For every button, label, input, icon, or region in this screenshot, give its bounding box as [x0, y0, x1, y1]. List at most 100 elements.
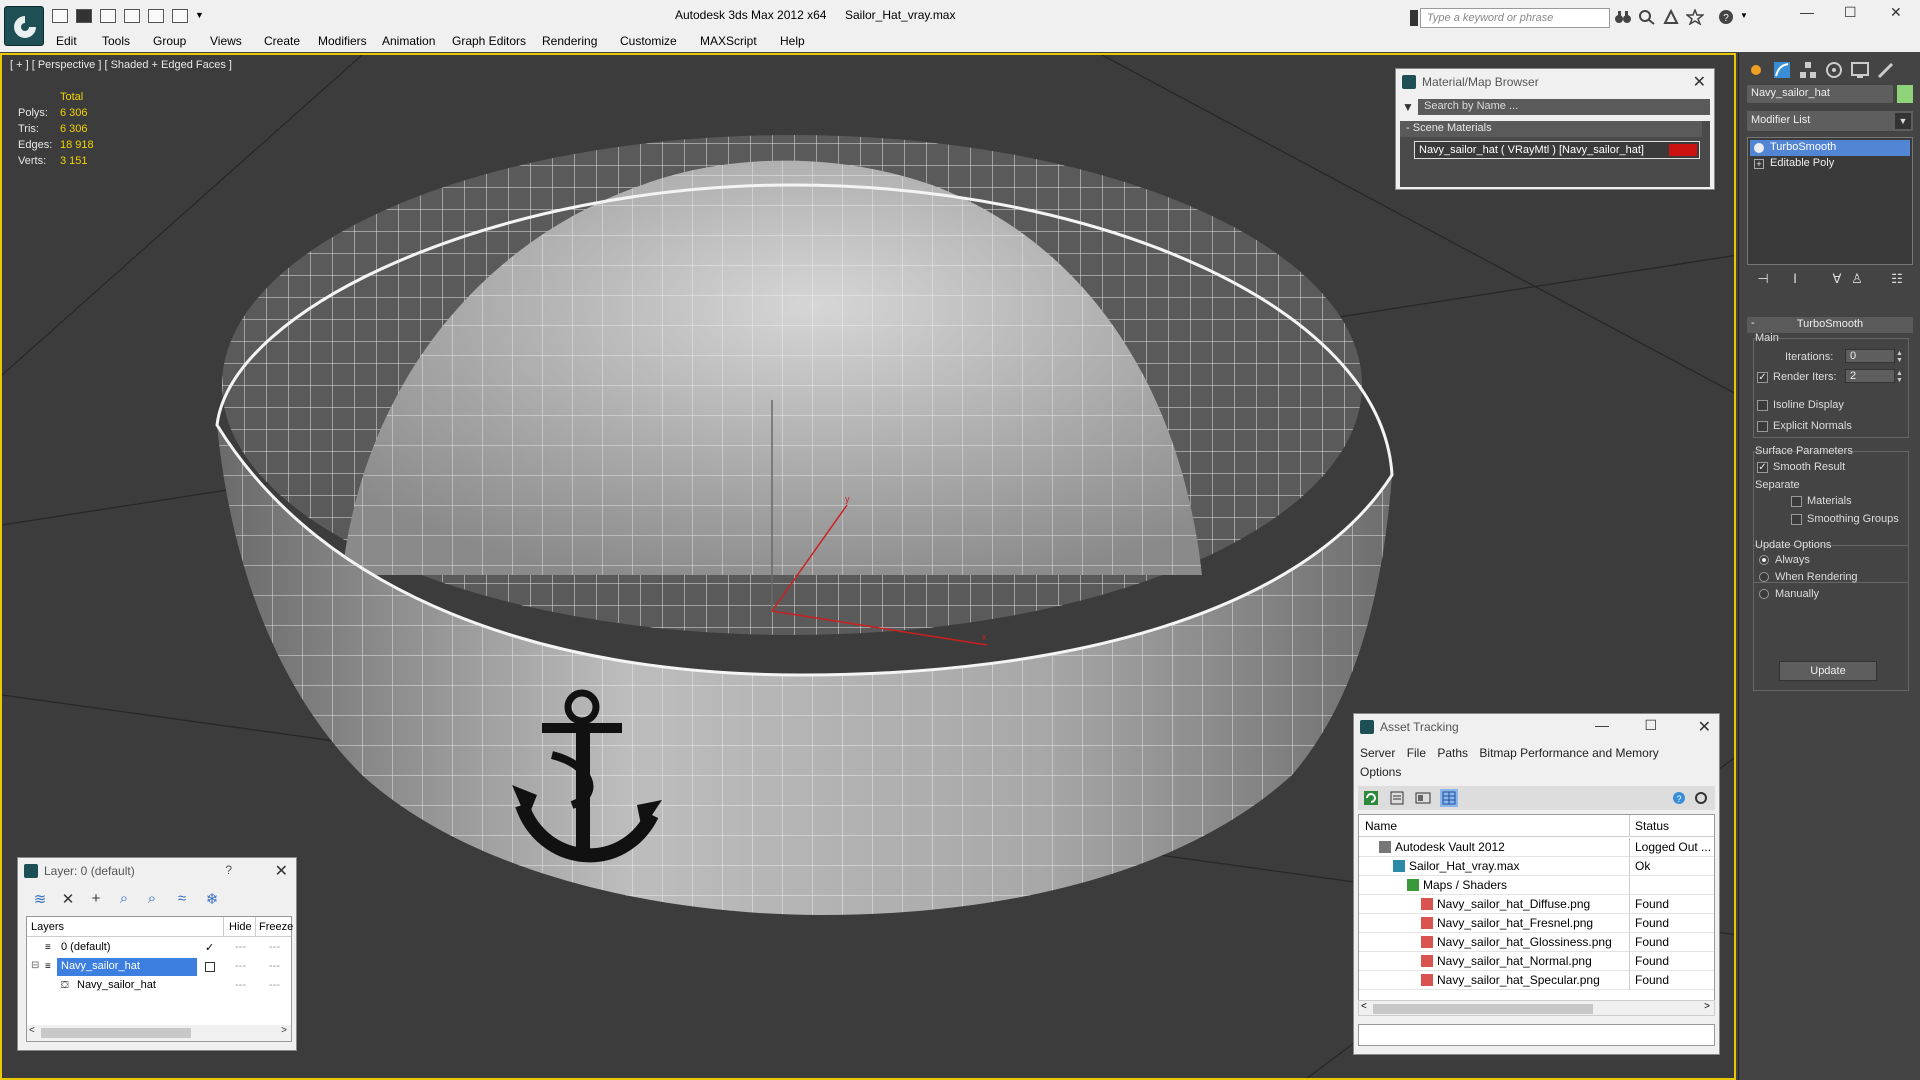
- detail-view-icon[interactable]: [1414, 789, 1432, 807]
- favorites-star-icon[interactable]: [1686, 9, 1704, 25]
- update-always-radio[interactable]: [1759, 555, 1769, 565]
- minimize-icon[interactable]: —: [1800, 4, 1814, 20]
- select-objects-icon[interactable]: ⌕: [114, 890, 134, 910]
- help-icon[interactable]: ?: [225, 863, 232, 877]
- display-tab-icon[interactable]: [1849, 59, 1871, 81]
- asset-path-field[interactable]: [1358, 1024, 1715, 1046]
- asset-horizontal-scrollbar[interactable]: < >: [1358, 1000, 1715, 1016]
- asset-settings-icon[interactable]: [1692, 789, 1710, 807]
- menu-group[interactable]: Group: [153, 34, 186, 48]
- freeze-toggle[interactable]: ---: [269, 979, 280, 991]
- keyword-search-input[interactable]: Type a keyword or phrase: [1420, 8, 1610, 28]
- asset-row[interactable]: Navy_sailor_hat_Normal.png Found: [1359, 952, 1714, 971]
- menu-rendering[interactable]: Rendering: [542, 34, 597, 48]
- refresh-icon[interactable]: [1362, 789, 1380, 807]
- layer-horizontal-scrollbar[interactable]: < >: [27, 1025, 291, 1041]
- lightbulb-icon[interactable]: [1754, 143, 1764, 153]
- show-end-result-icon[interactable]: Ⅰ: [1785, 271, 1805, 291]
- menu-animation[interactable]: Animation: [382, 34, 435, 48]
- iterations-spinner[interactable]: 0 ▲ ▼: [1845, 349, 1903, 364]
- explicit-normals-checkbox[interactable]: [1757, 421, 1768, 432]
- object-color-swatch[interactable]: [1897, 85, 1913, 103]
- menu-help[interactable]: Help: [780, 34, 805, 48]
- hide-toggle[interactable]: ---: [235, 979, 246, 991]
- open-file-icon[interactable]: [52, 9, 68, 23]
- column-name[interactable]: Name: [1365, 819, 1397, 833]
- menu-maxscript[interactable]: MAXScript: [700, 34, 757, 48]
- expand-plus-icon[interactable]: +: [1754, 159, 1764, 169]
- smoothing-groups-checkbox[interactable]: [1791, 514, 1802, 525]
- freeze-toggle[interactable]: ---: [269, 941, 280, 953]
- menu-tools[interactable]: Tools: [102, 34, 130, 48]
- asset-menu-file[interactable]: File: [1407, 746, 1426, 760]
- close-icon[interactable]: ✕: [1693, 72, 1706, 92]
- isoline-display-checkbox[interactable]: [1757, 400, 1768, 411]
- help-dropdown-icon[interactable]: ▼: [1740, 11, 1748, 20]
- minimize-icon[interactable]: —: [1595, 717, 1609, 733]
- app-menu-logo[interactable]: [4, 6, 44, 46]
- render-iters-checkbox[interactable]: ✓: [1757, 372, 1768, 383]
- utilities-tab-icon[interactable]: [1875, 59, 1897, 81]
- asset-menu-paths[interactable]: Paths: [1437, 746, 1468, 760]
- asset-row[interactable]: Maps / Shaders: [1359, 876, 1714, 895]
- update-when-rendering-radio[interactable]: [1759, 572, 1769, 582]
- column-freeze[interactable]: Freeze: [259, 921, 293, 933]
- asset-tracking-titlebar[interactable]: Asset Tracking — ☐ ✕: [1354, 714, 1719, 740]
- stack-item-editable-poly[interactable]: + Editable Poly: [1750, 156, 1910, 172]
- undo-icon[interactable]: [100, 9, 116, 23]
- asset-menu-server[interactable]: Server: [1360, 746, 1395, 760]
- hide-toggle[interactable]: ---: [235, 960, 246, 972]
- asset-menu-options[interactable]: Options: [1360, 765, 1401, 779]
- search-expand-icon[interactable]: [1410, 10, 1418, 26]
- column-status[interactable]: Status: [1635, 819, 1669, 833]
- layer-row-navy-sailor-hat[interactable]: ⊟ ≡ Navy_sailor_hat --- ---: [27, 958, 291, 977]
- asset-row[interactable]: Navy_sailor_hat_Fresnel.png Found: [1359, 914, 1714, 933]
- redo-icon[interactable]: [124, 9, 140, 23]
- menu-create[interactable]: Create: [264, 34, 300, 48]
- material-item[interactable]: Navy_sailor_hat ( VRayMtl ) [Navy_sailor…: [1414, 141, 1700, 159]
- render-iters-spinner[interactable]: 2 ▲ ▼: [1845, 369, 1903, 384]
- material-search-input[interactable]: Search by Name ...: [1418, 99, 1710, 115]
- filter-icon[interactable]: ▼: [1402, 100, 1414, 114]
- hold-icon[interactable]: [148, 9, 164, 23]
- asset-row[interactable]: Navy_sailor_hat_Specular.png Found: [1359, 971, 1714, 990]
- communication-center-icon[interactable]: [1638, 9, 1656, 25]
- menu-graph-editors[interactable]: Graph Editors: [452, 34, 526, 48]
- close-window-icon[interactable]: ✕: [1890, 4, 1902, 21]
- modifier-list-dropdown[interactable]: Modifier List ▼: [1747, 111, 1913, 131]
- add-to-layer-icon[interactable]: +: [86, 890, 106, 910]
- hide-toggle[interactable]: ---: [235, 941, 246, 953]
- maximize-icon[interactable]: ☐: [1844, 4, 1857, 21]
- freeze-toggle[interactable]: ---: [269, 960, 280, 972]
- maximize-icon[interactable]: ☐: [1644, 717, 1657, 734]
- layer-manager-titlebar[interactable]: Layer: 0 (default) ? ✕: [18, 858, 296, 884]
- delete-layer-icon[interactable]: ✕: [58, 890, 78, 910]
- asset-row[interactable]: Autodesk Vault 2012 Logged Out ...: [1359, 838, 1714, 857]
- turbosmooth-rollout-header[interactable]: - TurboSmooth: [1747, 317, 1913, 333]
- spinner-arrows-icon[interactable]: ▲ ▼: [1896, 370, 1904, 384]
- object-row-navy-sailor-hat[interactable]: ⛋ Navy_sailor_hat --- ---: [27, 977, 291, 996]
- collapse-icon[interactable]: ⊟: [31, 960, 39, 971]
- menu-modifiers[interactable]: Modifiers: [318, 34, 367, 48]
- close-icon[interactable]: ✕: [275, 861, 288, 881]
- asset-row[interactable]: Navy_sailor_hat_Glossiness.png Found: [1359, 933, 1714, 952]
- list-view-icon[interactable]: [1388, 789, 1406, 807]
- create-layer-icon[interactable]: ≋: [30, 890, 50, 910]
- quick-access-dropdown-icon[interactable]: ▼: [195, 10, 204, 20]
- modify-tab-icon[interactable]: [1771, 59, 1793, 81]
- update-button[interactable]: Update: [1779, 661, 1877, 681]
- scroll-left-icon[interactable]: <: [1361, 1001, 1367, 1012]
- viewport-label-menu[interactable]: [ + ] [ Perspective ] [ Shaded + Edged F…: [10, 59, 232, 71]
- asset-help-icon[interactable]: ?: [1670, 789, 1688, 807]
- pin-stack-icon[interactable]: ⊣: [1753, 271, 1773, 291]
- layer-row-default[interactable]: ≡ 0 (default) ✓ --- ---: [27, 939, 291, 958]
- hide-all-layers-icon[interactable]: ≈: [172, 890, 192, 910]
- make-unique-icon[interactable]: ∀: [1827, 271, 1847, 291]
- motion-tab-icon[interactable]: [1823, 59, 1845, 81]
- close-icon[interactable]: ✕: [1698, 717, 1711, 737]
- menu-views[interactable]: Views: [210, 34, 242, 48]
- scroll-thumb[interactable]: [1373, 1004, 1593, 1014]
- scroll-right-icon[interactable]: >: [281, 1025, 287, 1036]
- object-name-field[interactable]: Navy_sailor_hat: [1747, 85, 1893, 103]
- scroll-left-icon[interactable]: <: [29, 1025, 35, 1036]
